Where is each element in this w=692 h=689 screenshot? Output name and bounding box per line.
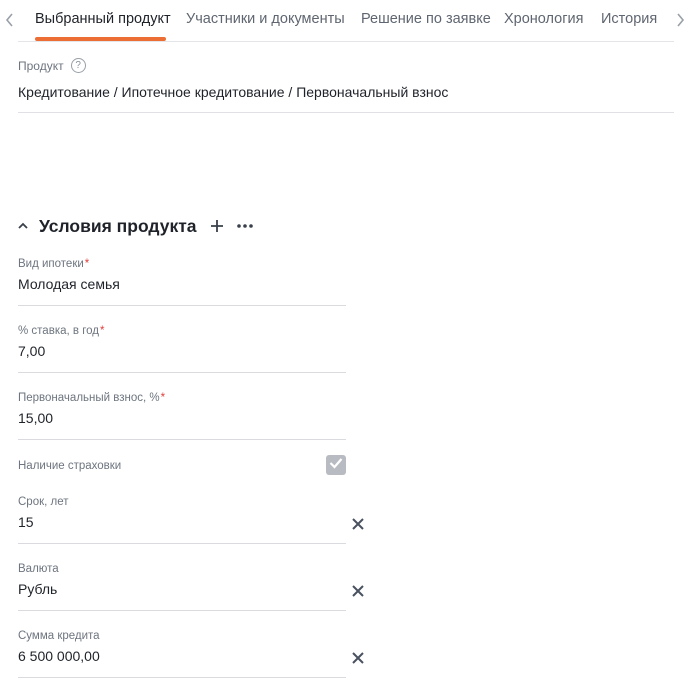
active-tab-indicator [35,37,166,41]
loan-amount-field[interactable]: Сумма кредита 6 500 000,00 [18,630,346,678]
product-divider [18,112,674,113]
insurance-field: Наличие страховки [18,460,346,472]
required-marker: * [160,392,166,404]
loan-amount-label: Сумма кредита [18,630,100,642]
term-value[interactable]: 15 [18,514,346,530]
help-circle-icon[interactable]: ? [70,58,86,73]
tab-application-decision[interactable]: Решение по заявке [361,11,491,27]
close-icon[interactable] [351,517,365,531]
down-payment-field[interactable]: Первоначальный взнос, %* 15,00 [18,392,346,440]
tab-chronology[interactable]: Хронология [504,11,583,27]
mortgage-type-label-row: Вид ипотеки* [18,258,346,270]
mortgage-type-value[interactable]: Молодая семья [18,276,346,292]
rate-label-row: % ставка, в год* [18,325,346,337]
section-title: Условия продукта [39,215,197,236]
field-underline [18,610,346,611]
term-field[interactable]: Срок, лет 15 [18,496,346,544]
tab-history[interactable]: История [601,11,657,27]
mortgage-type-label: Вид ипотеки [18,258,84,270]
insurance-checkbox[interactable] [326,455,346,475]
product-value: Кредитование / Ипотечное кредитование / … [18,84,449,100]
rate-label: % ставка, в год [18,325,99,337]
down-payment-label-row: Первоначальный взнос, %* [18,392,346,404]
section-header: Условия продукта [16,214,254,238]
required-marker: * [99,325,105,337]
currency-value[interactable]: Рубль [18,581,346,597]
down-payment-value[interactable]: 15,00 [18,410,346,426]
close-icon[interactable] [351,651,365,665]
product-label: Продукт [18,58,64,73]
down-payment-label: Первоначальный взнос, % [18,392,160,404]
required-marker: * [84,258,90,270]
check-icon [329,456,343,474]
tab-divider [18,41,674,42]
field-underline [18,372,346,373]
term-label: Срок, лет [18,496,69,508]
plus-icon[interactable] [209,218,225,234]
more-horizontal-icon[interactable] [236,218,254,234]
field-underline [18,543,346,544]
help-glyph: ? [75,59,81,71]
rate-value[interactable]: 7,00 [18,343,346,359]
rate-field[interactable]: % ставка, в год* 7,00 [18,325,346,373]
product-label-row: Продукт ? [18,58,86,73]
tab-participants-documents[interactable]: Участники и документы [186,11,345,27]
currency-field[interactable]: Валюта Рубль [18,563,346,611]
field-underline [18,305,346,306]
loan-amount-value[interactable]: 6 500 000,00 [18,648,346,664]
chevron-left-icon[interactable] [4,11,18,29]
tab-bar: Выбранный продукт Участники и документы … [0,0,692,42]
insurance-label: Наличие страховки [18,460,122,472]
field-underline [18,439,346,440]
tab-selected-product[interactable]: Выбранный продукт [35,11,171,27]
close-icon[interactable] [351,584,365,598]
mortgage-type-field[interactable]: Вид ипотеки* Молодая семья [18,258,346,306]
field-underline [18,677,346,678]
currency-label: Валюта [18,563,59,575]
chevron-right-icon[interactable] [676,11,690,29]
chevron-up-icon[interactable] [16,219,30,233]
